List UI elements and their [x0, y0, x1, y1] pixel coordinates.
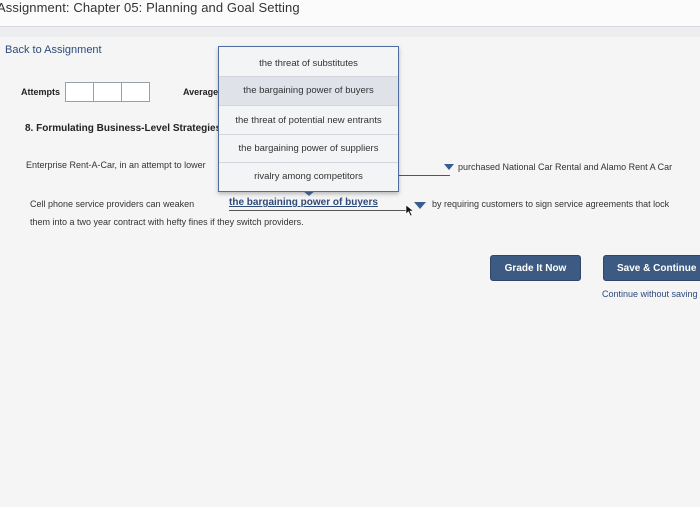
- attempt-box: [93, 82, 122, 102]
- dropdown-option[interactable]: the threat of potential new entrants: [219, 115, 398, 127]
- dropdown-option[interactable]: the threat of substitutes: [219, 58, 398, 70]
- question-text-1-end: purchased National Car Rental and Alamo …: [458, 162, 673, 172]
- grade-it-now-button[interactable]: Grade It Now: [490, 255, 581, 281]
- question-text-2-continued: them into a two year contract with hefty…: [30, 217, 304, 227]
- average-label: Average: [183, 87, 218, 97]
- save-and-continue-button[interactable]: Save & Continue: [603, 255, 700, 281]
- window-title: Assignment: Chapter 05: Planning and Goa…: [0, 0, 300, 15]
- question-text-1-start: Enterprise Rent-A-Car, in an attempt to …: [26, 160, 206, 170]
- question-text-2-start: Cell phone service providers can weaken: [30, 199, 195, 209]
- divider: [219, 105, 398, 106]
- mouse-cursor-icon: [405, 204, 415, 217]
- divider: [219, 162, 398, 163]
- question-text-2-end: by requiring customers to sign service a…: [432, 199, 670, 209]
- title-bar: Assignment: Chapter 05: Planning and Goa…: [0, 0, 700, 27]
- divider: [219, 134, 398, 135]
- answer-select-2-underline: [229, 210, 409, 211]
- attempt-boxes: [65, 82, 150, 102]
- dropdown-option[interactable]: rivalry among competitors: [219, 171, 398, 183]
- continue-without-saving-link[interactable]: Continue without saving: [602, 289, 698, 299]
- attempts-label: Attempts: [21, 87, 61, 97]
- back-to-assignment-link[interactable]: Back to Assignment: [5, 44, 102, 56]
- chevron-down-icon[interactable]: [444, 164, 454, 170]
- answer-select-2-value[interactable]: the bargaining power of buyers: [229, 197, 378, 208]
- answer-select-1-underline[interactable]: [399, 175, 450, 176]
- attempt-box: [65, 82, 94, 102]
- dropdown-option[interactable]: the bargaining power of suppliers: [219, 143, 398, 155]
- answer-dropdown-menu[interactable]: the threat of substitutes the bargaining…: [218, 46, 399, 192]
- attempt-box: [121, 82, 150, 102]
- question-heading: 8. Formulating Business-Level Strategies: [25, 123, 218, 134]
- chevron-down-icon[interactable]: [414, 202, 426, 209]
- dropdown-option-selected[interactable]: the bargaining power of buyers: [219, 77, 398, 105]
